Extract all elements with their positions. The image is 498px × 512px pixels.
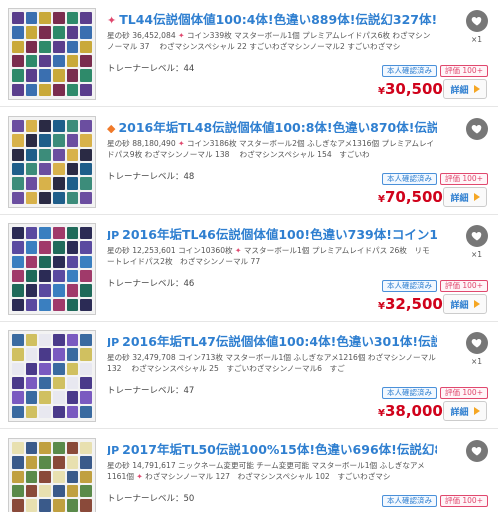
listing-price: ¥38,000 (378, 402, 443, 420)
listing-description: 星の砂 14,791,617 ニックネーム変更可能 チーム変更可能 マスターボー… (107, 461, 425, 481)
listing-price: ¥32,500 (378, 295, 443, 313)
listing-title-text: 2016年垢TL46伝説個体値100!色違い739体!コイン10360枚!ガラル… (122, 227, 437, 240)
rating-badge: 評価 100+ (440, 280, 488, 292)
play-arrow-icon (473, 300, 480, 308)
trainer-level: トレーナーレベル：48 (107, 172, 195, 182)
listing-list: ✦TL44伝説個体値100:4体!色違い889体!伝説幻327体!ガラル三鳥所持… (0, 0, 498, 512)
listing-item[interactable]: JP2016年垢TL47伝説個体値100:4体!色違い301体!伝説幻445体!… (0, 322, 498, 429)
listing-description: 星の砂 88,180,490 ✦ コイン3186枚 マスターボール2個 ふしぎな… (107, 139, 435, 159)
verified-badge: 本人確認済み (382, 280, 437, 292)
listing-description: 星の砂 12,253,601 コイン10360枚 ✦ マスターボール1個 プレミ… (107, 246, 430, 266)
favorite-count: ×1 (471, 250, 483, 259)
verified-badge: 本人確認済み (382, 387, 437, 399)
rating-badge: 評価 100+ (440, 387, 488, 399)
listing-title-text: 2016年垢TL47伝説個体値100:4体!色違い301体!伝説幻445体!個体… (122, 334, 437, 347)
listing-item[interactable]: ◆2016年垢TL48伝説個体値100:8体!色違い870体!伝説幻767体!ガ… (0, 108, 498, 215)
heart-icon[interactable] (466, 10, 488, 32)
listing-description: 星の砂 32,479,708 コイン713枚 マスターボール1個 ふしぎなアメ1… (107, 353, 436, 373)
listing-item[interactable]: JP2017年垢TL50伝説100%15体!色違い696体!伝説幻801体!個体… (0, 430, 498, 512)
heart-icon[interactable] (466, 332, 488, 354)
heart-icon[interactable] (466, 440, 488, 462)
trainer-level: トレーナーレベル：50 (107, 494, 195, 504)
listing-title-text: 2016年垢TL48伝説個体値100:8体!色違い870体!伝説幻767体!ガラ… (118, 120, 437, 133)
listing-badge-icon: JP (107, 229, 120, 240)
favorite-count: ×1 (471, 35, 483, 44)
verified-badge: 本人確認済み (382, 495, 437, 507)
trainer-level: トレーナーレベル：44 (107, 64, 195, 74)
listing-item[interactable]: JP2016年垢TL46伝説個体値100!色違い739体!コイン10360枚!ガ… (0, 215, 498, 322)
rating-badge: 評価 100+ (440, 495, 488, 507)
listing-title-text: TL44伝説個体値100:4体!色違い889体!伝説幻327体!ガラル三鳥所持 (119, 12, 437, 25)
sparkle-icon: ✦ (133, 472, 143, 481)
listing-title-link[interactable]: JP2016年垢TL46伝説個体値100!色違い739体!コイン10360枚!ガ… (107, 224, 437, 240)
listing-thumbnail[interactable] (8, 8, 96, 100)
play-arrow-icon (473, 85, 480, 93)
listing-title-text: 2017年垢TL50伝説100%15体!色違い696体!伝説幻801体!個体値 (122, 442, 437, 455)
listing-title-link[interactable]: JP2017年垢TL50伝説100%15体!色違い696体!伝説幻801体!個体… (107, 439, 437, 455)
play-arrow-icon (473, 193, 480, 201)
listing-badge-icon: JP (107, 336, 120, 347)
detail-button[interactable]: 詳細 (443, 401, 487, 421)
listing-price: ¥30,500 (378, 80, 443, 98)
listing-title-link[interactable]: ◆2016年垢TL48伝説個体値100:8体!色違い870体!伝説幻767体!ガ… (107, 117, 437, 133)
listing-badge-icon: ◆ (107, 122, 116, 133)
play-arrow-icon (473, 407, 480, 415)
detail-button[interactable]: 詳細 (443, 294, 487, 314)
heart-icon[interactable] (466, 118, 488, 140)
listing-thumbnail[interactable] (8, 438, 96, 512)
listing-title-link[interactable]: ✦TL44伝説個体値100:4体!色違い889体!伝説幻327体!ガラル三鳥所持 (107, 9, 437, 25)
rating-badge: 評価 100+ (440, 173, 488, 185)
listing-thumbnail[interactable] (8, 330, 96, 422)
detail-button[interactable]: 詳細 (443, 79, 487, 99)
trainer-level: トレーナーレベル：46 (107, 279, 195, 289)
favorite-count: ×1 (471, 357, 483, 366)
verified-badge: 本人確認済み (382, 65, 437, 77)
listing-thumbnail[interactable] (8, 116, 96, 208)
listing-badge-icon: JP (107, 444, 120, 455)
listing-title-link[interactable]: JP2016年垢TL47伝説個体値100:4体!色違い301体!伝説幻445体!… (107, 331, 437, 347)
detail-button[interactable]: 詳細 (443, 187, 487, 207)
trainer-level: トレーナーレベル：47 (107, 386, 195, 396)
listing-description: 星の砂 36,452,084 ✦ コイン339枚 マスターボール1個 プレミアム… (107, 31, 431, 51)
heart-icon[interactable] (466, 225, 488, 247)
verified-badge: 本人確認済み (382, 173, 437, 185)
listing-price: ¥70,500 (378, 188, 443, 206)
listing-badge-icon: ✦ (107, 14, 117, 25)
listing-item[interactable]: ✦TL44伝説個体値100:4体!色違い889体!伝説幻327体!ガラル三鳥所持… (0, 0, 498, 107)
rating-badge: 評価 100+ (440, 65, 488, 77)
listing-thumbnail[interactable] (8, 223, 96, 315)
